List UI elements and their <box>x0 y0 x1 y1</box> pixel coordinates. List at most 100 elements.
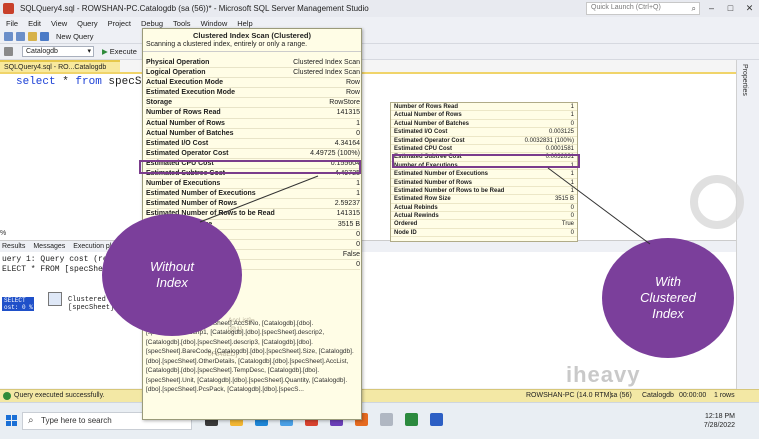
right-property-row: Estimated I/O Cost 0.003125 <box>391 128 577 137</box>
clock-time: 12:18 PM <box>705 413 735 420</box>
property-name: Estimated Row Size <box>394 196 451 203</box>
menu-debug[interactable]: Debug <box>141 19 163 28</box>
property-value: 0 <box>356 260 360 268</box>
without-index-callout: Without Index <box>102 214 242 336</box>
clock[interactable]: 12:18 PM 7/28/2022 <box>704 412 735 430</box>
tooltip-property-row: Estimated Number of Rows 2.59237 <box>146 199 360 210</box>
status-rows: 1 rows <box>714 392 735 399</box>
execute-button[interactable]: Execute <box>102 47 137 56</box>
with-clustered-index-label: With Clustered Index <box>640 274 696 321</box>
status-database: Catalogdb <box>642 392 674 399</box>
property-name: Estimated CPU Cost <box>394 145 453 152</box>
query-editor[interactable]: select * from specSheet % <box>0 74 736 240</box>
right-property-row: Ordered True <box>391 220 577 229</box>
tooltip-property-row: Actual Number of Batches 0 <box>146 129 360 139</box>
property-value: Row <box>345 89 360 97</box>
watermark-text: iheavy <box>566 362 641 387</box>
status-bar: Query executed successfully. ROWSHAN-PC … <box>0 389 759 402</box>
keyword-select: select <box>16 76 56 88</box>
right-property-row: Estimated Number of Rows to be Read 1 <box>391 187 577 196</box>
right-property-row: Estimated Number of Rows 1 <box>391 179 577 187</box>
property-value: RowStore <box>329 99 360 107</box>
right-property-row: Estimated Number of Executions 1 <box>391 170 577 179</box>
property-value: Clustered Index Scan <box>293 59 360 66</box>
plan-node-select[interactable]: SELECT ost: 0 % <box>2 297 34 311</box>
database-select[interactable]: Catalogdb <box>22 46 94 57</box>
open-file-icon[interactable] <box>28 32 37 41</box>
properties-side-tab[interactable]: Properties <box>736 60 759 390</box>
property-name: Estimated Operator Cost <box>146 149 229 157</box>
property-value: 4.49725 (100%) <box>310 149 360 157</box>
system-tray: 12:18 PM 7/28/2022 <box>635 409 755 435</box>
menu-query[interactable]: Query <box>77 19 97 28</box>
tooltip-property-row: Estimated Execution Mode Row <box>146 88 360 99</box>
property-value: 1 <box>356 119 360 127</box>
menu-window[interactable]: Window <box>201 19 228 28</box>
status-message: Query executed successfully. <box>14 392 105 399</box>
save-icon[interactable] <box>40 32 49 41</box>
search-icon: ⌕ <box>691 4 696 13</box>
keyword-from: from <box>75 76 102 88</box>
zoom-level[interactable]: % <box>0 230 6 237</box>
tooltip-property-row: Storage RowStore <box>146 98 360 109</box>
tab-results[interactable]: Results <box>2 243 25 250</box>
query-cost-line: uery 1: Query cost (re <box>2 255 108 264</box>
right-property-row: Node ID 0 <box>391 229 577 238</box>
menu-tools[interactable]: Tools <box>173 19 191 28</box>
right-property-row: Estimated Operator Cost 0.0032831 (100%) <box>391 137 577 145</box>
ssms-app-icon <box>3 3 14 14</box>
quick-launch-input[interactable]: Quick Launch (Ctrl+Q) ⌕ <box>586 2 700 15</box>
tooltip-property-row: Actual Number of Rows 1 <box>146 119 360 129</box>
property-name: Actual Number of Rows <box>146 119 225 127</box>
windows-start-icon[interactable] <box>6 415 17 426</box>
back-icon[interactable] <box>4 32 13 41</box>
property-value: 0 <box>570 229 574 236</box>
right-property-row: Number of Rows Read 1 <box>391 103 577 112</box>
minimize-icon[interactable]: – <box>702 0 721 17</box>
property-value: 1 <box>570 112 574 119</box>
maximize-icon[interactable]: □ <box>721 0 740 17</box>
tooltip-title: Clustered Index Scan (Clustered) <box>193 31 311 40</box>
property-value: 2.59237 <box>334 200 360 208</box>
property-value: 3515 B <box>337 220 360 228</box>
property-name: Actual Number of Batches <box>146 129 234 137</box>
connect-icon[interactable] <box>4 47 13 56</box>
standard-toolbar: New Query <box>0 30 759 44</box>
property-name: Estimated Number of Rows <box>394 179 473 186</box>
right-property-row: Estimated Row Size 3515 B <box>391 195 577 204</box>
property-value: 1 <box>570 104 574 110</box>
property-name: Estimated I/O Cost <box>394 129 448 136</box>
menu-help[interactable]: Help <box>237 19 252 28</box>
property-name: Ordered <box>394 221 418 228</box>
menu-edit[interactable]: Edit <box>28 19 41 28</box>
word-icon[interactable] <box>430 413 443 426</box>
property-value: 1 <box>570 187 574 194</box>
tooltip-property-row: Number of Executions 1 <box>146 179 360 190</box>
plan-properties-with-index: Number of Rows Read 1 Actual Number of Row… <box>390 102 578 242</box>
property-value: Row <box>345 79 360 87</box>
success-icon <box>3 392 11 400</box>
tab-messages[interactable]: Messages <box>33 243 65 250</box>
property-name: Estimated Number of Rows to be Read <box>394 187 505 194</box>
property-value: 1 <box>570 179 574 186</box>
property-name: Estimated Operator Cost <box>394 137 465 144</box>
app-icon[interactable] <box>405 413 418 426</box>
new-query-button[interactable]: New Query <box>56 32 94 41</box>
close-icon[interactable]: ✕ <box>740 0 759 17</box>
forward-icon[interactable] <box>16 32 25 41</box>
property-value: 0.0001581 <box>545 145 574 152</box>
property-name: Number of Executions <box>146 180 221 188</box>
ssms-taskbar-icon[interactable] <box>380 413 393 426</box>
sql-toolbar: Catalogdb Execute <box>0 44 759 60</box>
window-controls: – □ ✕ <box>702 0 759 17</box>
property-name: Estimated I/O Cost <box>146 139 209 147</box>
menu-project[interactable]: Project <box>108 19 131 28</box>
menu-view[interactable]: View <box>51 19 67 28</box>
clustered-index-scan-icon[interactable] <box>48 292 62 306</box>
tab-sqlquery4[interactable]: SQLQuery4.sql - RO...Catalogdb (sa (56))… <box>0 60 120 81</box>
menu-file[interactable]: File <box>6 19 18 28</box>
star-token: * <box>55 76 76 88</box>
property-name: Storage <box>146 99 173 107</box>
right-property-row: Actual Rewinds 0 <box>391 212 577 221</box>
property-value: Clustered Index Scan <box>293 69 360 77</box>
